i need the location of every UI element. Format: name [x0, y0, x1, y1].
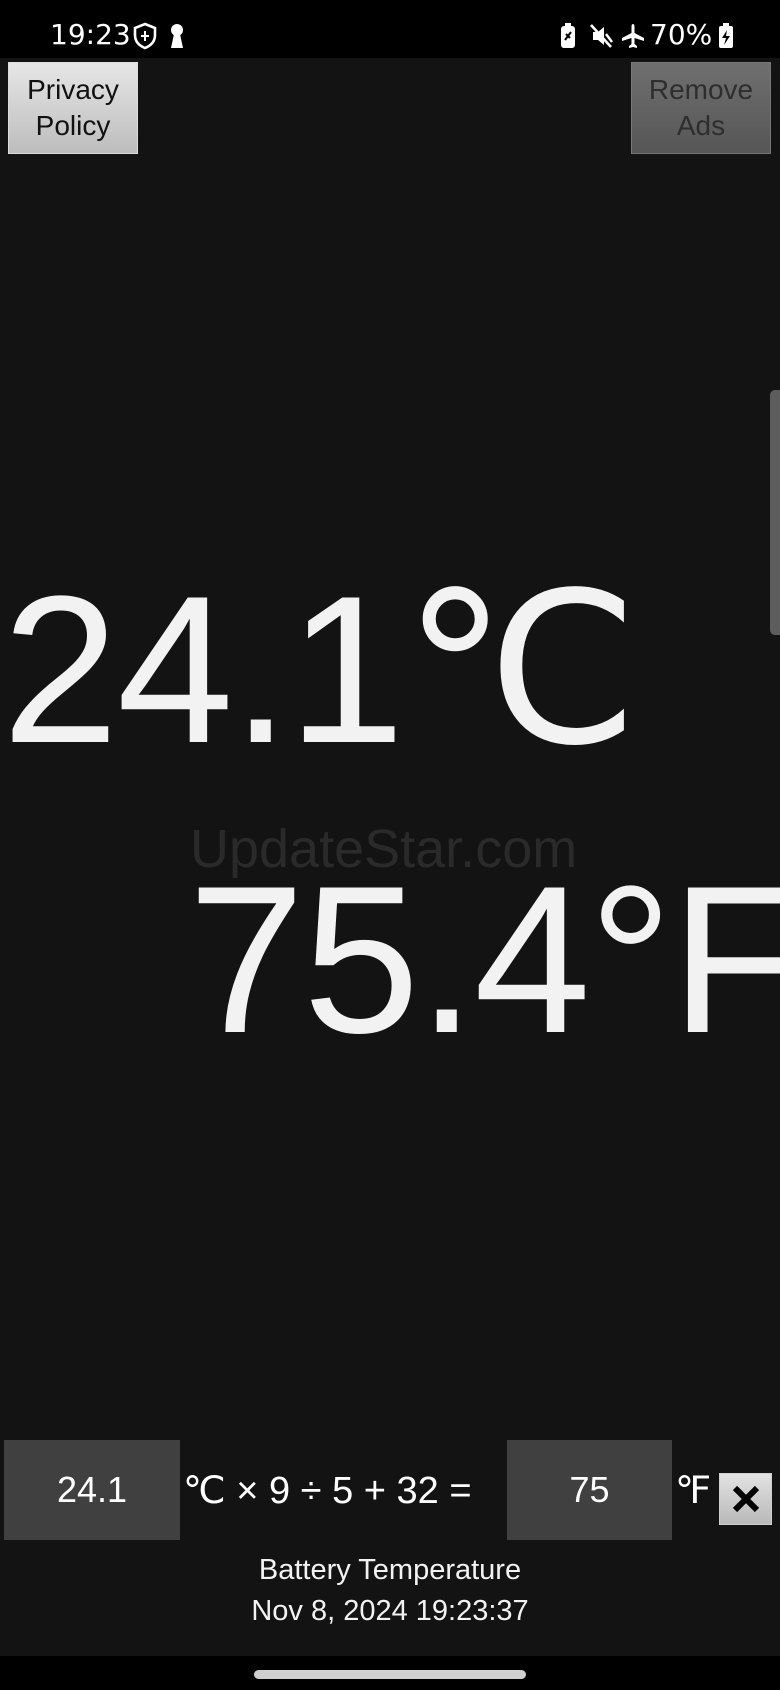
- celsius-readout: 24.1℃: [2, 552, 639, 787]
- footer-timestamp: Nov 8, 2024 19:23:37: [251, 1595, 529, 1627]
- converter-row: 24.1 ℃ × 9 ÷ 5 + 32 = 75 ℉: [0, 1440, 780, 1542]
- formula-text: ℃ × 9 ÷ 5 + 32 =: [183, 1469, 472, 1512]
- battery-percent: 70%: [650, 18, 713, 51]
- fahrenheit-input[interactable]: 75: [507, 1440, 672, 1540]
- status-bar: 19:23 70%: [0, 0, 780, 58]
- battery-charging-icon: [717, 22, 743, 50]
- close-icon: [732, 1485, 759, 1513]
- privacy-policy-button[interactable]: Privacy Policy: [8, 62, 138, 154]
- navigation-bar: [0, 1656, 780, 1690]
- shield-icon: [132, 22, 158, 50]
- keyhole-icon: [166, 22, 192, 50]
- close-button[interactable]: [719, 1473, 772, 1525]
- home-gesture-handle[interactable]: [254, 1670, 526, 1679]
- fahrenheit-unit: ℉: [675, 1469, 712, 1512]
- celsius-input[interactable]: 24.1: [4, 1440, 180, 1540]
- footer-title: Battery Temperature: [258, 1554, 522, 1586]
- fahrenheit-readout: 75.4°F: [188, 842, 780, 1077]
- remove-ads-button[interactable]: Remove Ads: [631, 62, 771, 154]
- scrollbar-thumb[interactable]: [770, 390, 780, 635]
- mute-icon: [588, 22, 614, 50]
- privacy-label-line1: Privacy: [27, 74, 119, 105]
- battery-saver-icon: [558, 22, 584, 50]
- remove-ads-line1: Remove: [648, 74, 754, 105]
- status-time: 19:23: [50, 18, 131, 51]
- privacy-label-line2: Policy: [35, 110, 111, 141]
- remove-ads-line2: Ads: [676, 110, 726, 141]
- airplane-icon: [620, 22, 646, 50]
